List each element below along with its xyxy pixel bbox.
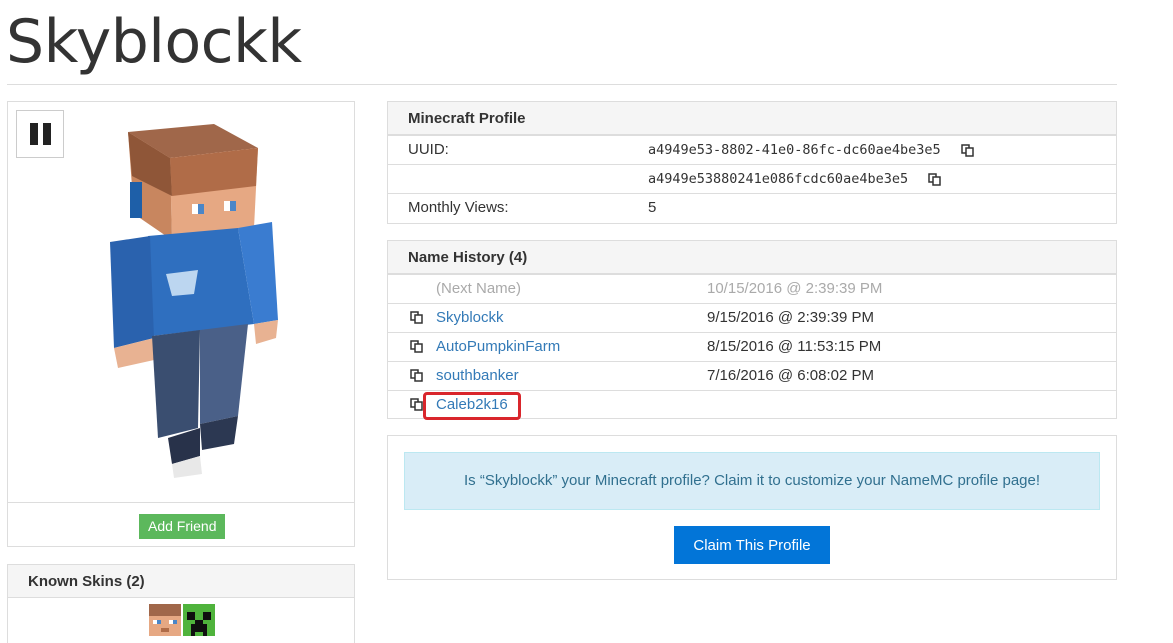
- name-history-heading: Name History (4): [388, 241, 1116, 274]
- uuid-plain-row: a4949e53880241e086fcdc60ae4be3e5: [388, 164, 1116, 193]
- skin-thumbnail-creeper[interactable]: [183, 604, 215, 636]
- copy-icon[interactable]: [961, 143, 974, 157]
- known-skins-panel: Known Skins (2): [7, 564, 355, 643]
- skin-thumbnail-steve[interactable]: [149, 604, 181, 636]
- title-divider: [7, 84, 1117, 85]
- uuid-row: UUID: a4949e53-8802-41e0-86fc-dc60ae4be3…: [388, 135, 1116, 164]
- claim-info-alert: Is “Skyblockk” your Minecraft profile? C…: [404, 452, 1100, 510]
- claim-profile-panel: Is “Skyblockk” your Minecraft profile? C…: [387, 435, 1117, 580]
- name-history-link[interactable]: AutoPumpkinFarm: [436, 333, 560, 361]
- pause-icon: [29, 123, 38, 145]
- monthly-views-row: Monthly Views: 5: [388, 193, 1116, 222]
- copy-icon[interactable]: [410, 340, 423, 353]
- name-history-date: 10/15/2016 @ 2:39:39 PM: [707, 280, 883, 297]
- minecraft-profile-panel: Minecraft Profile UUID: a4949e53-8802-41…: [387, 101, 1117, 224]
- skin-3d-model[interactable]: [88, 124, 278, 484]
- name-history-row: Skyblockk 9/15/2016 @ 2:39:39 PM: [388, 303, 1116, 332]
- name-history-row: AutoPumpkinFarm 8/15/2016 @ 11:53:15 PM: [388, 332, 1116, 361]
- name-history-date: 7/16/2016 @ 6:08:02 PM: [707, 367, 875, 384]
- profile-heading: Minecraft Profile: [388, 102, 1116, 135]
- copy-icon[interactable]: [928, 172, 941, 186]
- name-history-date: 8/15/2016 @ 11:53:15 PM: [707, 338, 882, 355]
- skin-viewer-panel: Add Friend: [7, 101, 355, 547]
- pause-button[interactable]: [16, 110, 64, 158]
- monthly-views-label: Monthly Views:: [408, 199, 509, 216]
- copy-icon[interactable]: [410, 311, 423, 324]
- name-history-link[interactable]: Skyblockk: [436, 304, 504, 332]
- name-history-link[interactable]: southbanker: [436, 362, 519, 390]
- monthly-views-value: 5: [648, 199, 657, 216]
- name-history-date: 9/15/2016 @ 2:39:39 PM: [707, 309, 875, 326]
- uuid-plain-value: a4949e53880241e086fcdc60ae4be3e5: [648, 165, 941, 193]
- name-history-name: (Next Name): [436, 280, 522, 297]
- add-friend-button[interactable]: Add Friend: [139, 514, 226, 539]
- name-history-row: (Next Name) 10/15/2016 @ 2:39:39 PM: [388, 274, 1116, 303]
- uuid-label: UUID:: [408, 141, 449, 158]
- known-skins-heading: Known Skins (2): [8, 565, 354, 598]
- copy-icon[interactable]: [410, 398, 423, 411]
- copy-icon[interactable]: [410, 369, 423, 382]
- claim-profile-button[interactable]: Claim This Profile: [674, 526, 830, 564]
- page-title: Skyblockk: [6, 7, 302, 77]
- name-history-panel: Name History (4) (Next Name) 10/15/2016 …: [387, 240, 1117, 420]
- uuid-value: a4949e53-8802-41e0-86fc-dc60ae4be3e5: [648, 136, 974, 164]
- name-history-row: southbanker 7/16/2016 @ 6:08:02 PM: [388, 361, 1116, 390]
- name-history-link[interactable]: Caleb2k16: [436, 391, 508, 419]
- skin-panel-divider: [8, 502, 354, 503]
- name-history-row: Caleb2k16: [388, 390, 1116, 420]
